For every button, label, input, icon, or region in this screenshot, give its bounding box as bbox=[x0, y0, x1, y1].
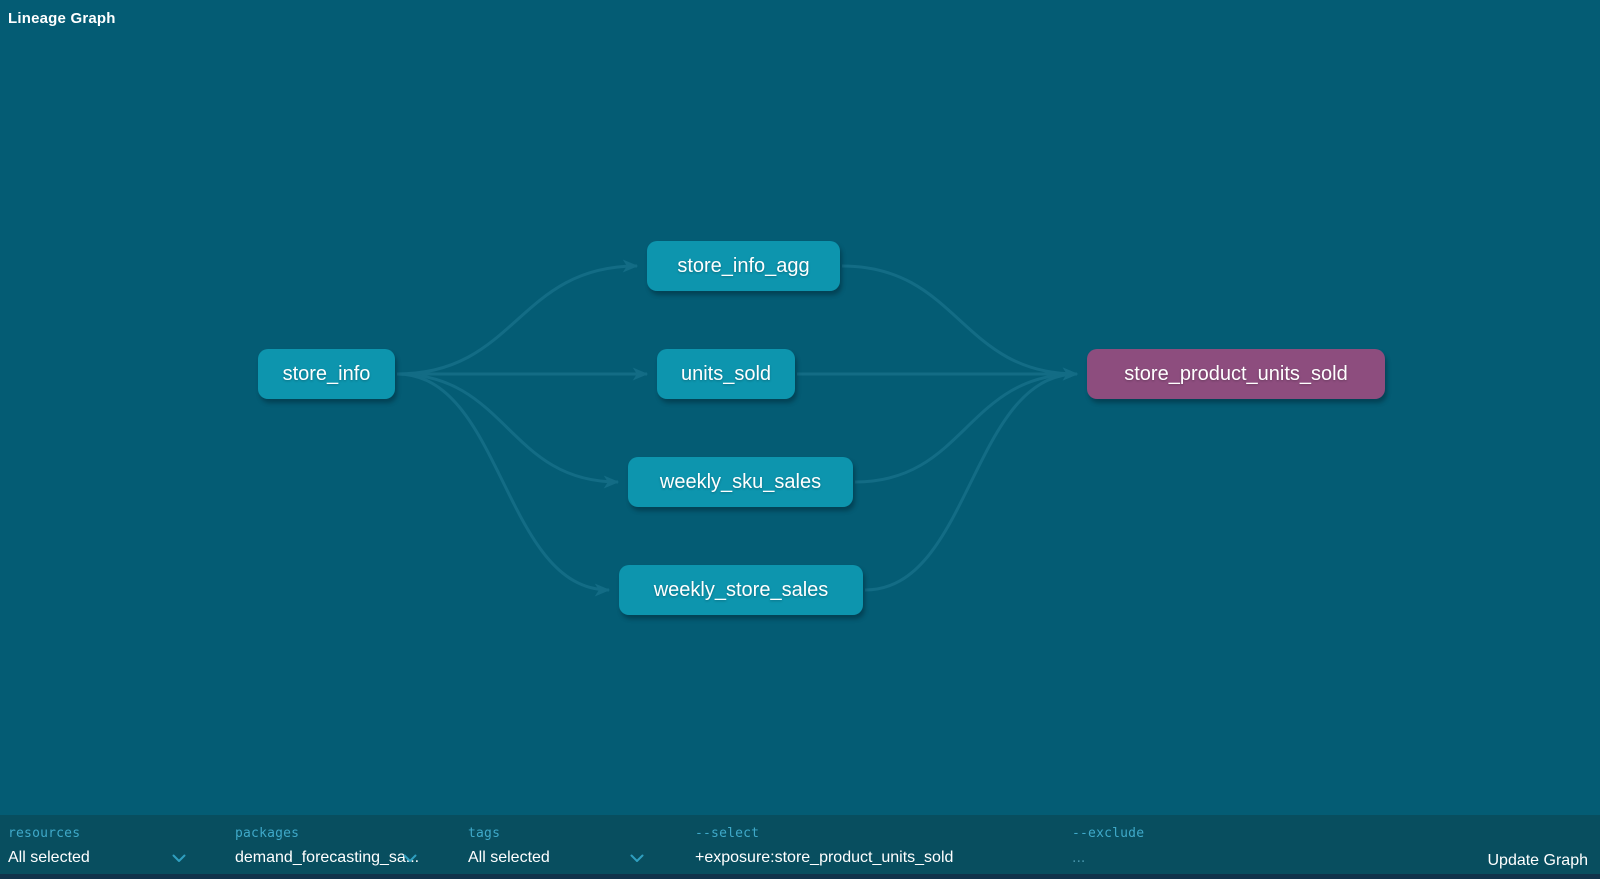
graph-node-store_info_agg[interactable]: store_info_agg bbox=[647, 241, 840, 291]
edge-store_info-to-store_info_agg bbox=[397, 266, 637, 374]
graph-node-weekly_sku_sales[interactable]: weekly_sku_sales bbox=[628, 457, 853, 507]
packages-select[interactable]: demand_forecasting_sa... bbox=[235, 849, 435, 867]
select-filter-input[interactable]: +exposure:store_product_units_sold bbox=[695, 849, 1025, 867]
update-graph-button[interactable]: Update Graph bbox=[1487, 852, 1588, 870]
packages-value: demand_forecasting_sa... bbox=[235, 849, 419, 867]
edge-store_info_agg-to-store_product_units_sold bbox=[842, 266, 1077, 374]
select-filter-value: +exposure:store_product_units_sold bbox=[695, 849, 953, 867]
chevron-down-icon[interactable] bbox=[630, 854, 644, 863]
chevron-down-icon[interactable] bbox=[403, 854, 417, 863]
graph-node-units_sold[interactable]: units_sold bbox=[657, 349, 795, 399]
page-title: Lineage Graph bbox=[8, 10, 116, 27]
select-filter-field: --select +exposure:store_product_units_s… bbox=[695, 826, 1025, 867]
lineage-edges-layer bbox=[0, 0, 1600, 815]
packages-dropdown: packages demand_forecasting_sa... bbox=[235, 826, 435, 867]
resources-label: resources bbox=[8, 826, 186, 841]
graph-node-store_product_units_sold[interactable]: store_product_units_sold bbox=[1087, 349, 1385, 399]
lineage-graph-canvas[interactable]: store_info store_info_agg units_soldweekly… bbox=[0, 0, 1600, 815]
tags-dropdown: tags All selected bbox=[468, 826, 644, 867]
tags-label: tags bbox=[468, 826, 644, 841]
tags-select[interactable]: All selected bbox=[468, 849, 644, 867]
select-filter-label: --select bbox=[695, 826, 1025, 841]
graph-filter-toolbar: resources All selected packages demand_f… bbox=[0, 815, 1600, 874]
exclude-filter-field: --exclude ... bbox=[1072, 826, 1272, 867]
resources-select[interactable]: All selected bbox=[8, 849, 186, 867]
resources-value: All selected bbox=[8, 849, 90, 867]
packages-label: packages bbox=[235, 826, 435, 841]
graph-node-weekly_store_sales[interactable]: weekly_store_sales bbox=[619, 565, 863, 615]
exclude-filter-value: ... bbox=[1072, 849, 1085, 867]
bottom-edge-strip bbox=[0, 874, 1600, 879]
resources-dropdown: resources All selected bbox=[8, 826, 186, 867]
exclude-filter-label: --exclude bbox=[1072, 826, 1272, 841]
tags-value: All selected bbox=[468, 849, 550, 867]
chevron-down-icon[interactable] bbox=[172, 854, 186, 863]
exclude-filter-input[interactable]: ... bbox=[1072, 849, 1272, 867]
edge-store_info-to-weekly_store_sales bbox=[397, 374, 609, 590]
graph-node-store_info[interactable]: store_info bbox=[258, 349, 395, 399]
edge-store_info-to-weekly_sku_sales bbox=[397, 374, 618, 482]
edge-weekly_sku_sales-to-store_product_units_sold bbox=[855, 374, 1077, 482]
edge-weekly_store_sales-to-store_product_units_sold bbox=[865, 374, 1077, 590]
